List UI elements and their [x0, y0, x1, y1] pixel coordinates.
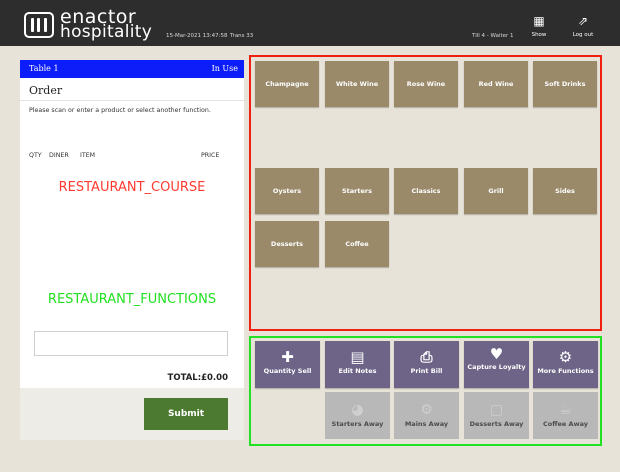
logout-label: Log out — [572, 32, 594, 38]
table-status: In Use — [211, 64, 238, 73]
plus-icon: ✚ — [281, 348, 294, 366]
product-button-coffee[interactable]: Coffee — [325, 221, 389, 267]
function-label: More Functions — [537, 367, 594, 375]
course-action-label: Mains Away — [404, 420, 449, 428]
logo-icon — [24, 12, 54, 38]
instruction-text: Please scan or enter a product or select… — [29, 107, 211, 114]
edit-notes-button[interactable]: ▤ Edit Notes — [325, 341, 390, 388]
product-button-desserts[interactable]: Desserts — [255, 221, 319, 267]
product-menu-area: Champagne White Wine Rose Wine Red Wine … — [249, 55, 602, 331]
product-button-white-wine[interactable]: White Wine — [325, 61, 389, 107]
product-button-champagne[interactable]: Champagne — [255, 61, 319, 107]
heart-icon: ♥ — [489, 345, 504, 363]
order-total: TOTAL:£0.00 — [167, 373, 228, 383]
product-button-oysters[interactable]: Oysters — [255, 168, 319, 214]
keyboard-icon: ▦ — [533, 14, 545, 28]
coffee-away-button[interactable]: ☕ Coffee Away — [533, 392, 598, 439]
column-item: ITEM — [80, 152, 96, 159]
course-action-label: Desserts Away — [469, 420, 524, 428]
product-button-sides[interactable]: Sides — [533, 168, 597, 214]
till-info: Till 4 - Waiter 1 — [472, 33, 514, 39]
logout-icon: ⇗ — [577, 14, 589, 28]
course-action-label: Coffee Away — [542, 420, 589, 428]
print-bill-button[interactable]: ⎙ Print Bill — [394, 341, 459, 388]
order-title: Order — [29, 84, 63, 97]
note-icon: ▤ — [350, 348, 365, 366]
product-button-soft-drinks[interactable]: Soft Drinks — [533, 61, 597, 107]
gears-icon: ⚙ — [558, 348, 573, 366]
brand-subtitle: hospitality — [60, 22, 153, 42]
quantity-sell-button[interactable]: ✚ Quantity Sell — [255, 341, 320, 388]
function-area: ✚ Quantity Sell ▤ Edit Notes ⎙ Print Bil… — [249, 336, 602, 446]
bowl-icon: ◕ — [351, 402, 364, 418]
scan-input[interactable] — [34, 331, 228, 356]
product-button-starters[interactable]: Starters — [325, 168, 389, 214]
show-button[interactable]: ▦ Show — [524, 14, 554, 38]
column-price: PRICE — [201, 152, 220, 159]
course-action-label: Starters Away — [331, 420, 384, 428]
function-label: Capture Loyalty — [467, 363, 526, 371]
table-name: Table 1 — [29, 64, 59, 73]
capture-loyalty-button[interactable]: ♥ Capture Loyalty — [464, 341, 529, 388]
course-placeholder: RESTAURANT_COURSE — [58, 180, 206, 195]
order-panel: Table 1 In Use Order Please scan or ente… — [20, 60, 244, 440]
transaction-number: Trans 33 — [230, 33, 254, 39]
coffee-cup-icon: ☕ — [559, 402, 572, 418]
functions-placeholder: RESTAURANT_FUNCTIONS — [47, 292, 217, 307]
show-label: Show — [531, 32, 547, 38]
column-diner: DINER — [49, 152, 69, 159]
function-label: Print Bill — [410, 367, 443, 375]
column-qty: QTY — [29, 152, 42, 159]
product-button-rose-wine[interactable]: Rose Wine — [394, 61, 458, 107]
logout-button[interactable]: ⇗ Log out — [568, 14, 598, 38]
cake-icon: ▢ — [489, 402, 504, 418]
function-label: Quantity Sell — [263, 367, 312, 375]
table-bar: Table 1 In Use — [20, 60, 244, 78]
mains-away-button[interactable]: ⚙ Mains Away — [394, 392, 459, 439]
cutlery-icon: ⚙ — [420, 402, 433, 418]
product-button-red-wine[interactable]: Red Wine — [464, 61, 528, 107]
product-button-classics[interactable]: Classics — [394, 168, 458, 214]
product-button-grill[interactable]: Grill — [464, 168, 528, 214]
divider — [20, 100, 244, 101]
more-functions-button[interactable]: ⚙ More Functions — [533, 341, 598, 388]
desserts-away-button[interactable]: ▢ Desserts Away — [464, 392, 529, 439]
top-bar: enactor hospitality 15-Mar-2021 13:47:58… — [0, 0, 620, 46]
function-label: Edit Notes — [338, 367, 377, 375]
order-footer: Submit — [20, 388, 244, 440]
starters-away-button[interactable]: ◕ Starters Away — [325, 392, 390, 439]
submit-button[interactable]: Submit — [144, 398, 228, 430]
transaction-datetime: 15-Mar-2021 13:47:58 — [166, 33, 228, 39]
printer-icon: ⎙ — [420, 348, 433, 366]
